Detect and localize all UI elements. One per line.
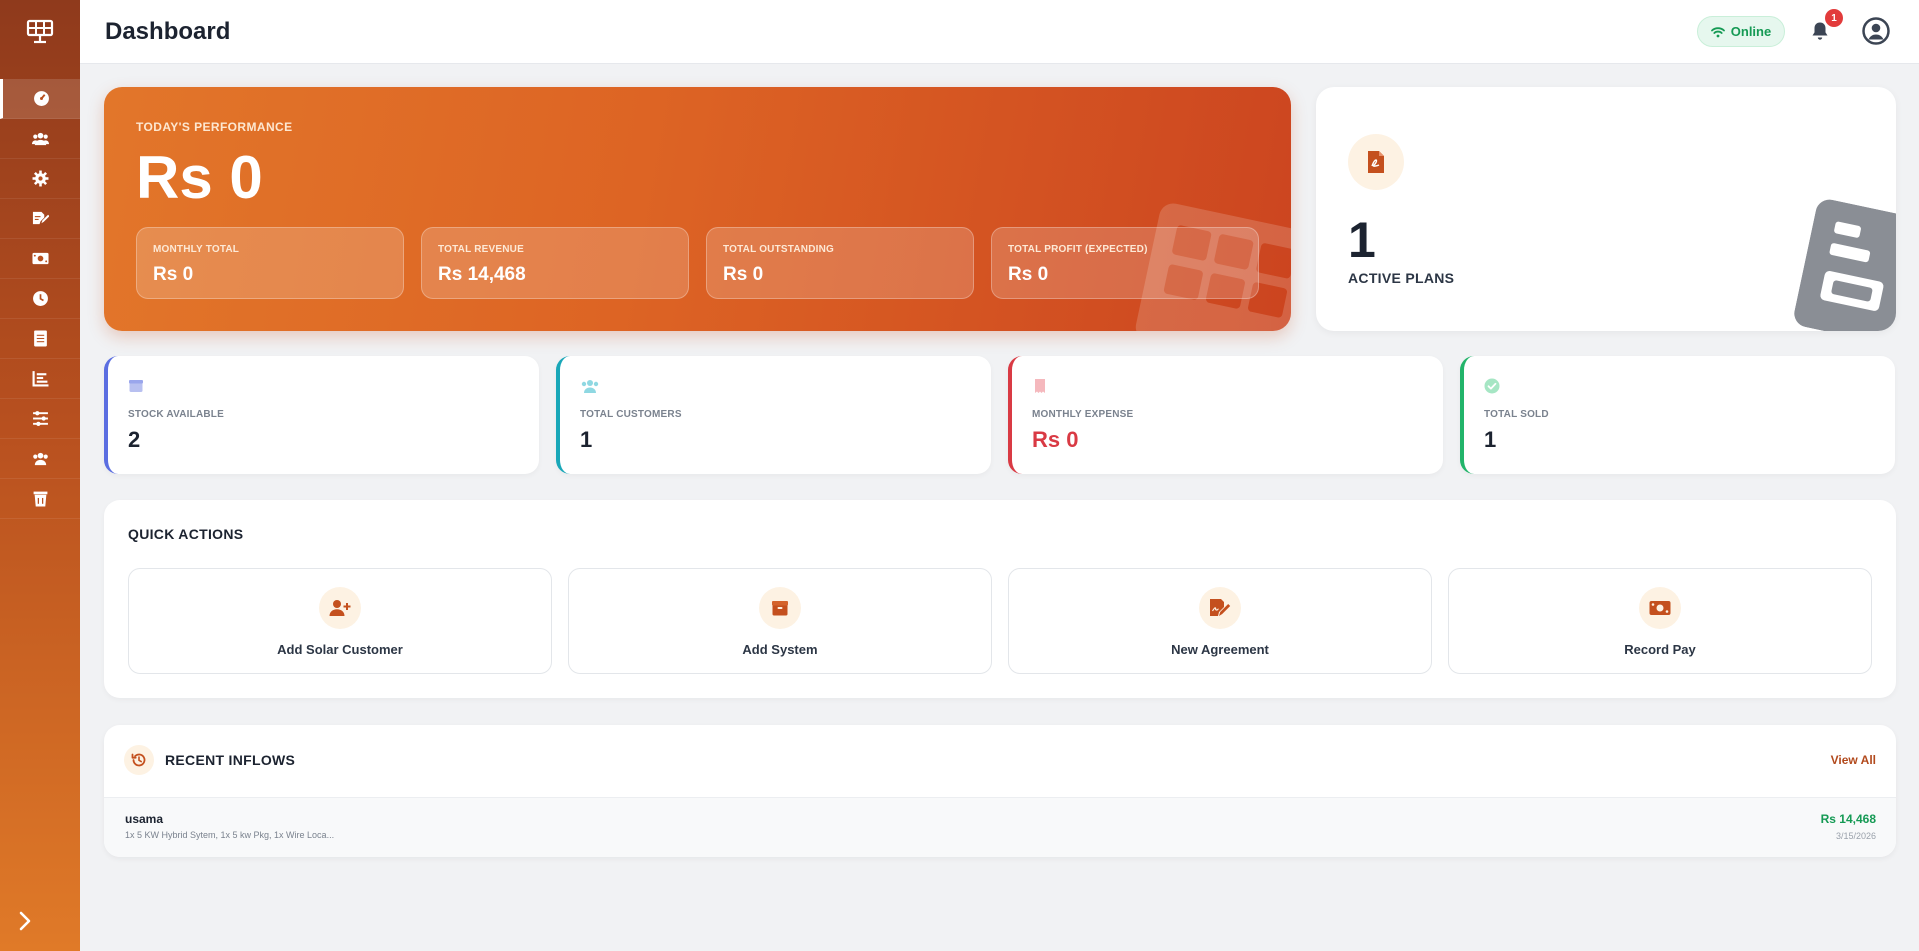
stat-value: 1	[1484, 427, 1497, 452]
stat-label: TOTAL SOLD	[1484, 409, 1549, 420]
user-plus-icon	[319, 587, 361, 629]
sidebar-item-users[interactable]	[0, 439, 80, 479]
total-customers-card[interactable]: TOTAL CUSTOMERS 1	[556, 356, 991, 474]
quick-action-label: Record Pay	[1624, 642, 1696, 657]
mini-stat-label: MONTHLY TOTAL	[153, 244, 240, 255]
chart-icon	[32, 371, 48, 387]
online-status-label: Online	[1730, 24, 1772, 39]
plan-document-icon	[1348, 134, 1404, 190]
inflow-description: 1x 5 KW Hybrid Sytem, 1x 5 kw Pkg, 1x Wi…	[125, 830, 335, 840]
todays-performance-card: TODAY'S PERFORMANCE Rs 0 MONTHLY TOTAL R…	[104, 87, 1291, 331]
quick-action-label: New Agreement	[1171, 642, 1269, 657]
money-icon	[1639, 587, 1681, 629]
stock-available-card[interactable]: STOCK AVAILABLE 2	[104, 356, 539, 474]
hero-kicker: TODAY'S PERFORMANCE	[136, 120, 293, 134]
quick-action-label: Add System	[742, 642, 818, 657]
mini-stat-value: Rs 14,468	[438, 264, 526, 285]
active-plans-card[interactable]: 1 ACTIVE PLANS	[1316, 87, 1896, 331]
active-plans-label: ACTIVE PLANS	[1348, 270, 1455, 286]
recent-inflows-panel: RECENT INFLOWS View All usama 1x 5 KW Hy…	[104, 725, 1896, 857]
sidebar-item-history[interactable]	[0, 279, 80, 319]
box-icon	[129, 380, 143, 392]
quick-actions-title: QUICK ACTIONS	[128, 526, 244, 542]
receipt-icon	[1035, 379, 1045, 393]
sidebar-toggle-button[interactable]	[10, 906, 40, 936]
inflow-customer-name: usama	[125, 812, 164, 826]
notification-count-badge: 1	[1825, 9, 1843, 27]
stat-value: 2	[128, 427, 141, 452]
add-solar-customer-button[interactable]: Add Solar Customer	[128, 568, 552, 674]
total-outstanding-tile: TOTAL OUTSTANDING Rs 0	[706, 227, 974, 299]
sidebar	[0, 0, 80, 951]
sidebar-item-documents[interactable]	[0, 319, 80, 359]
document-watermark-icon	[1794, 199, 1896, 331]
page-title: Dashboard	[105, 18, 231, 45]
mini-stat-label: TOTAL OUTSTANDING	[723, 244, 834, 255]
stat-label: MONTHLY EXPENSE	[1032, 409, 1134, 420]
document-icon	[33, 330, 47, 347]
sidebar-item-customers[interactable]	[0, 119, 80, 159]
sidebar-item-payments[interactable]	[0, 239, 80, 279]
agreement-icon	[32, 211, 49, 225]
quick-actions-panel: QUICK ACTIONS Add Solar Customer Add Sys…	[104, 500, 1896, 698]
stat-value: Rs 0	[1032, 427, 1079, 452]
sidebar-item-agreements[interactable]	[0, 199, 80, 239]
history-icon	[124, 745, 154, 775]
new-agreement-button[interactable]: New Agreement	[1008, 568, 1432, 674]
online-status-badge: Online	[1697, 16, 1785, 47]
stat-label: TOTAL CUSTOMERS	[580, 409, 682, 420]
inflow-date: 3/15/2026	[1835, 831, 1876, 841]
today-amount: Rs 0	[136, 144, 263, 211]
sidebar-item-trash[interactable]	[0, 479, 80, 519]
sidebar-item-settings[interactable]	[0, 399, 80, 439]
gear-icon	[32, 170, 48, 187]
mini-stat-value: Rs 0	[1008, 264, 1049, 285]
user-circle-icon	[1862, 17, 1890, 45]
chevron-right-icon	[19, 911, 31, 931]
view-all-link[interactable]: View All	[1831, 753, 1876, 767]
payment-icon	[31, 252, 49, 265]
monthly-expense-card[interactable]: MONTHLY EXPENSE Rs 0	[1008, 356, 1443, 474]
sidebar-item-systems[interactable]	[0, 159, 80, 199]
monthly-total-tile: MONTHLY TOTAL Rs 0	[136, 227, 404, 299]
users-icon	[32, 452, 48, 466]
inflow-amount: Rs 14,468	[1820, 812, 1876, 826]
trash-icon	[33, 491, 47, 507]
signature-icon	[1199, 587, 1241, 629]
solar-panel-icon[interactable]	[0, 0, 80, 64]
total-profit-tile: TOTAL PROFIT (EXPECTED) Rs 0	[991, 227, 1259, 299]
add-system-button[interactable]: Add System	[568, 568, 992, 674]
sidebar-item-dashboard[interactable]	[0, 79, 80, 119]
stat-value: 1	[580, 427, 593, 452]
user-avatar[interactable]	[1862, 17, 1890, 45]
check-circle-icon	[1484, 378, 1500, 394]
mini-stat-value: Rs 0	[153, 264, 194, 285]
record-pay-button[interactable]: Record Pay	[1448, 568, 1872, 674]
clock-icon	[32, 291, 48, 306]
recent-inflows-title: RECENT INFLOWS	[165, 752, 296, 768]
customers-icon	[581, 380, 599, 393]
box-icon	[759, 587, 801, 629]
active-plans-count: 1	[1348, 212, 1376, 268]
total-sold-card[interactable]: TOTAL SOLD 1	[1460, 356, 1895, 474]
dashboard-icon	[34, 91, 49, 106]
stat-label: STOCK AVAILABLE	[128, 409, 224, 420]
total-revenue-tile: TOTAL REVENUE Rs 14,468	[421, 227, 689, 299]
mini-stat-label: TOTAL REVENUE	[438, 244, 524, 255]
top-header: Dashboard Online 1	[80, 0, 1919, 64]
quick-action-label: Add Solar Customer	[277, 642, 403, 657]
mini-stat-value: Rs 0	[723, 264, 764, 285]
mini-stat-label: TOTAL PROFIT (EXPECTED)	[1008, 244, 1148, 255]
customers-icon	[31, 132, 49, 146]
sliders-icon	[32, 411, 48, 426]
sidebar-item-reports[interactable]	[0, 359, 80, 399]
list-item[interactable]: usama 1x 5 KW Hybrid Sytem, 1x 5 kw Pkg,…	[104, 797, 1896, 857]
wifi-icon	[1710, 26, 1725, 37]
